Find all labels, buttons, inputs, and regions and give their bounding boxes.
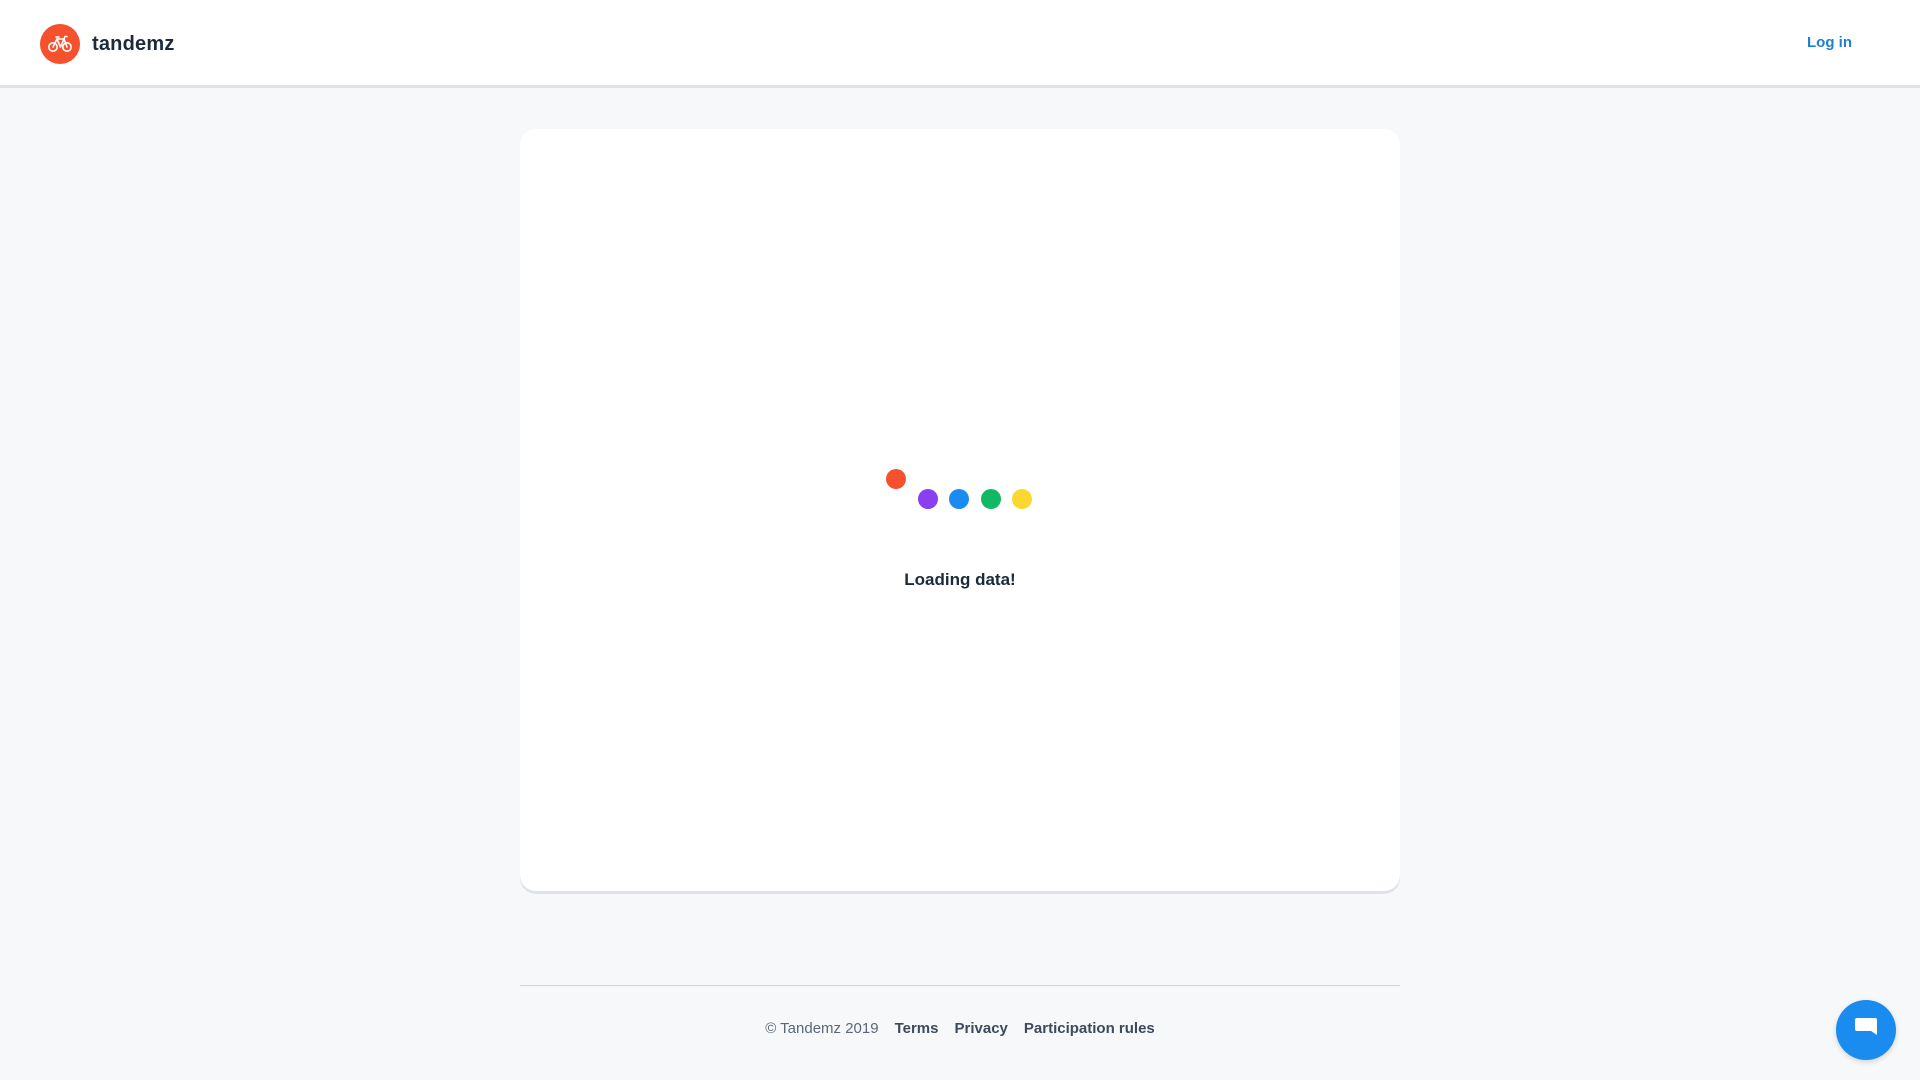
- loading-spinner: [886, 469, 1036, 514]
- loading-dot-yellow: [1012, 489, 1032, 509]
- chat-bubble-icon: [1851, 1013, 1881, 1048]
- chat-button[interactable]: [1836, 1000, 1896, 1060]
- top-header: tandemz Log in: [0, 0, 1920, 88]
- loading-dot-purple: [918, 489, 938, 509]
- bicycle-icon: [40, 24, 80, 64]
- loading-card: Loading data!: [520, 129, 1400, 891]
- page-footer: © Tandemz 2019 Terms Privacy Participati…: [520, 1020, 1400, 1037]
- brand-name: tandemz: [92, 32, 175, 55]
- footer-link-privacy[interactable]: Privacy: [955, 1020, 1008, 1037]
- login-link[interactable]: Log in: [1807, 34, 1852, 51]
- footer-link-terms[interactable]: Terms: [895, 1020, 939, 1037]
- footer-link-participation-rules[interactable]: Participation rules: [1024, 1020, 1155, 1037]
- copyright-text: © Tandemz 2019: [765, 1020, 879, 1037]
- loading-dot-green: [981, 489, 1001, 509]
- loading-dot-red: [886, 469, 906, 489]
- loading-dot-blue: [949, 489, 969, 509]
- brand-logo[interactable]: tandemz: [40, 24, 175, 64]
- loading-message: Loading data!: [904, 570, 1016, 589]
- footer-divider: [520, 985, 1400, 986]
